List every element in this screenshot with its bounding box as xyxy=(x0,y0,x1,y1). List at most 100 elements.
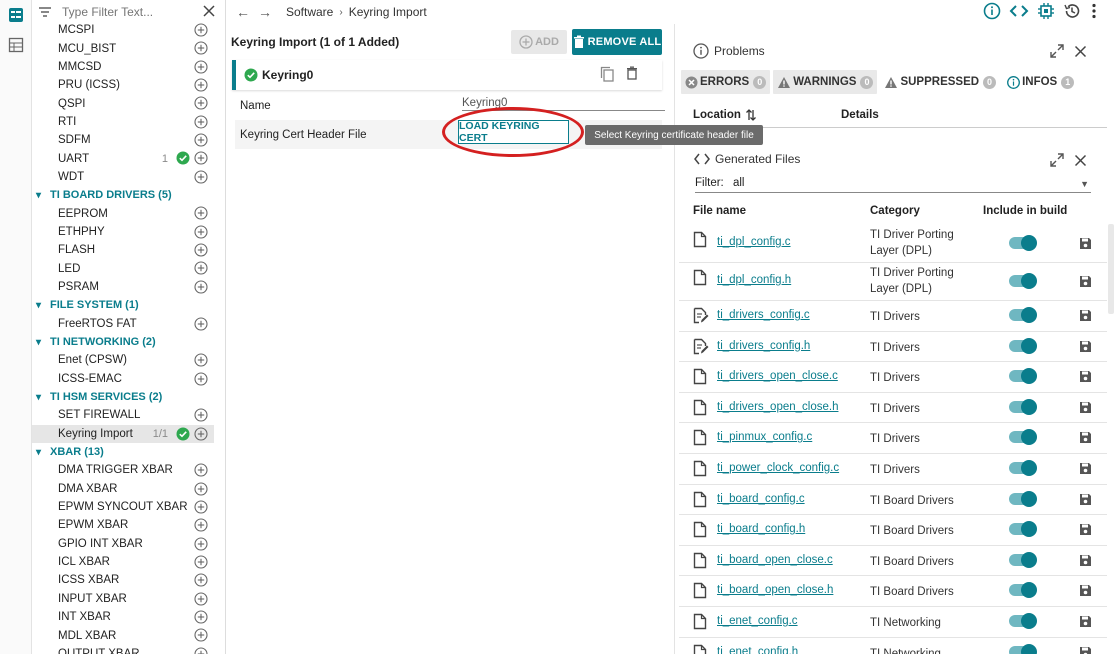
add-instance-icon[interactable] xyxy=(194,628,208,645)
close-icon[interactable] xyxy=(1074,45,1087,58)
tree-group[interactable]: ▾ TI NETWORKING (2) xyxy=(32,333,214,351)
include-toggle[interactable] xyxy=(1009,551,1037,568)
include-toggle[interactable] xyxy=(1009,337,1037,354)
col-details[interactable]: Details xyxy=(841,109,879,121)
back-arrow-icon[interactable]: ← xyxy=(234,4,252,20)
tree-item[interactable]: INPUT XBAR xyxy=(32,590,214,608)
col-file-name[interactable]: File name xyxy=(693,205,746,217)
save-icon[interactable] xyxy=(1079,523,1092,539)
tree-item[interactable]: EPWM SYNCOUT XBAR xyxy=(32,498,214,516)
file-link[interactable]: ti_power_clock_config.c xyxy=(717,462,839,474)
save-icon[interactable] xyxy=(1079,237,1092,253)
add-instance-icon[interactable] xyxy=(194,573,208,590)
save-icon[interactable] xyxy=(1079,275,1092,291)
tree-item[interactable]: UART 1 xyxy=(32,149,214,167)
file-link[interactable]: ti_pinmux_config.c xyxy=(717,431,812,443)
tree-item[interactable]: PRU (ICSS) xyxy=(32,76,214,94)
add-instance-icon[interactable] xyxy=(194,60,208,77)
tree-item[interactable]: FreeRTOS FAT xyxy=(32,315,214,333)
add-instance-icon[interactable] xyxy=(194,482,208,499)
include-toggle[interactable] xyxy=(1009,398,1037,415)
expand-icon[interactable] xyxy=(1050,44,1064,58)
chip-icon[interactable] xyxy=(1037,2,1055,20)
add-instance-icon[interactable] xyxy=(194,151,208,168)
copy-icon[interactable] xyxy=(600,66,614,82)
add-instance-icon[interactable] xyxy=(194,225,208,242)
save-icon[interactable] xyxy=(1079,615,1092,631)
tree-item[interactable]: MCU_BIST xyxy=(32,39,214,57)
include-toggle[interactable] xyxy=(1009,459,1037,476)
add-instance-icon[interactable] xyxy=(194,610,208,627)
col-include[interactable]: Include in build xyxy=(983,205,1067,217)
chip-infos[interactable]: INFOS 1 xyxy=(1003,70,1078,94)
tree-item[interactable]: INT XBAR xyxy=(32,608,214,626)
include-toggle[interactable] xyxy=(1009,273,1037,289)
tree-group[interactable]: ▾ XBAR (13) xyxy=(32,443,214,461)
add-instance-icon[interactable] xyxy=(194,427,208,444)
tree-item[interactable]: EPWM XBAR xyxy=(32,516,214,534)
tree-group[interactable]: ▾ TI BOARD DRIVERS (5) xyxy=(32,186,214,204)
add-instance-icon[interactable] xyxy=(194,115,208,132)
tree-item[interactable]: OUTPUT XBAR xyxy=(32,645,214,654)
tree-group[interactable]: ▾ TI HSM SERVICES (2) xyxy=(32,388,214,406)
tree-item[interactable]: Enet (CPSW) xyxy=(32,351,214,369)
chip-warnings[interactable]: WARNINGS 0 xyxy=(773,70,878,94)
add-instance-icon[interactable] xyxy=(194,78,208,95)
tree-item[interactable]: SDFM xyxy=(32,131,214,149)
sort-icon[interactable] xyxy=(745,108,757,122)
include-toggle[interactable] xyxy=(1009,582,1037,599)
save-icon[interactable] xyxy=(1079,309,1092,325)
tree-item[interactable]: EEPROM xyxy=(32,204,214,222)
include-toggle[interactable] xyxy=(1009,490,1037,507)
generated-filter-select[interactable]: Filter: all ▼ xyxy=(695,177,1091,193)
add-instance-icon[interactable] xyxy=(194,96,208,113)
chevron-down-icon[interactable]: ▾ xyxy=(36,447,48,458)
tree-item[interactable]: GPIO INT XBAR xyxy=(32,535,214,553)
add-instance-icon[interactable] xyxy=(194,41,208,58)
file-link[interactable]: ti_enet_config.h xyxy=(717,646,798,654)
trash-icon[interactable] xyxy=(626,66,638,80)
file-link[interactable]: ti_enet_config.c xyxy=(717,615,798,627)
add-instance-icon[interactable] xyxy=(194,408,208,425)
add-instance-icon[interactable] xyxy=(194,133,208,150)
save-icon[interactable] xyxy=(1079,554,1092,570)
tree-item[interactable]: QSPI xyxy=(32,94,214,112)
tree-item[interactable]: DMA TRIGGER XBAR xyxy=(32,461,214,479)
tree-group[interactable]: ▾ FILE SYSTEM (1) xyxy=(32,296,214,314)
chevron-down-icon[interactable]: ▾ xyxy=(36,337,48,348)
file-link[interactable]: ti_board_config.h xyxy=(717,523,805,535)
add-button[interactable]: ADD xyxy=(511,30,567,54)
col-category[interactable]: Category xyxy=(870,205,920,217)
table-view-button[interactable] xyxy=(0,30,32,60)
tree-item[interactable]: FLASH xyxy=(32,241,214,259)
file-link[interactable]: ti_drivers_open_close.c xyxy=(717,370,838,382)
tree-item[interactable]: WDT xyxy=(32,168,214,186)
file-link[interactable]: ti_drivers_open_close.h xyxy=(717,401,838,413)
col-location[interactable]: Location xyxy=(693,109,741,121)
include-toggle[interactable] xyxy=(1009,429,1037,446)
add-instance-icon[interactable] xyxy=(194,23,208,40)
add-instance-icon[interactable] xyxy=(194,371,208,389)
include-toggle[interactable] xyxy=(1009,521,1037,538)
instance-header[interactable]: Keyring0 xyxy=(232,60,662,90)
include-toggle[interactable] xyxy=(1009,368,1037,385)
add-instance-icon[interactable] xyxy=(194,555,208,572)
file-link[interactable]: ti_drivers_config.h xyxy=(717,340,810,352)
file-link[interactable]: ti_board_config.c xyxy=(717,493,805,505)
add-instance-icon[interactable] xyxy=(194,500,208,517)
chip-suppressed[interactable]: SUPPRESSED 0 xyxy=(880,70,1000,94)
forward-arrow-icon[interactable]: → xyxy=(256,4,274,20)
remove-all-button[interactable]: REMOVE ALL xyxy=(572,29,662,55)
include-toggle[interactable] xyxy=(1009,307,1037,323)
add-instance-icon[interactable] xyxy=(194,206,208,223)
file-link[interactable]: ti_dpl_config.h xyxy=(717,274,791,286)
include-toggle[interactable] xyxy=(1009,612,1037,629)
expand-icon[interactable] xyxy=(1050,153,1064,167)
save-icon[interactable] xyxy=(1079,431,1092,447)
add-instance-icon[interactable] xyxy=(194,353,208,370)
chevron-down-icon[interactable]: ▾ xyxy=(36,392,48,403)
history-icon[interactable] xyxy=(1063,2,1081,20)
save-icon[interactable] xyxy=(1079,370,1092,386)
clear-filter-icon[interactable] xyxy=(202,4,216,18)
close-icon[interactable] xyxy=(1074,154,1087,167)
